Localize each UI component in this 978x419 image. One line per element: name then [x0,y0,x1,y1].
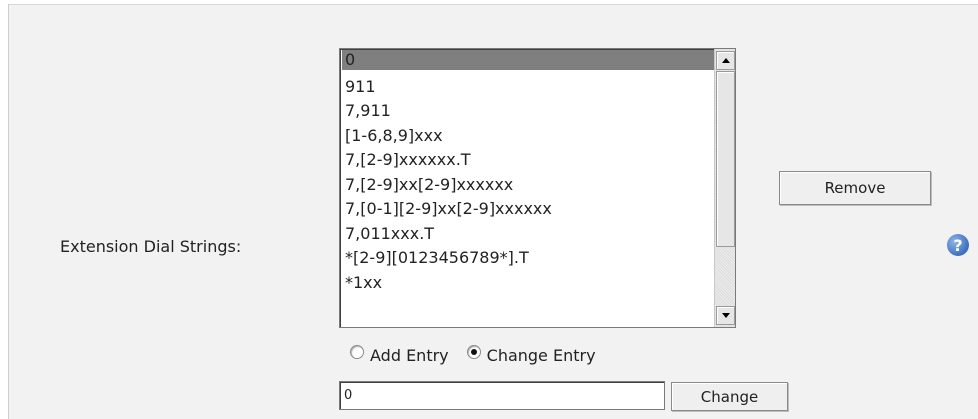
scrollbar-thumb[interactable] [716,71,735,247]
arrow-down-icon [721,313,730,318]
list-item-7-911[interactable]: 7,911 [342,99,735,124]
list-item-star-2-9-digits-t[interactable]: *[2-9][0123456789*].T [342,246,735,271]
add-entry-radio[interactable] [350,345,364,359]
dial-string-entry-input[interactable] [339,381,665,410]
change-entry-label[interactable]: Change Entry [487,346,596,365]
list-item-7-2-9-xx-2-9-xxxxxx[interactable]: 7,[2-9]xx[2-9]xxxxxx [342,173,735,198]
add-entry-label[interactable]: Add Entry [370,346,449,365]
list-item-7-0-1-2-9-xx-2-9-xxxxxx[interactable]: 7,[0-1][2-9]xx[2-9]xxxxxx [342,197,735,222]
change-button[interactable]: Change [671,382,788,411]
dial-strings-listbox[interactable]: 0 911 7,911 [1-6,8,9]xxx 7,[2-9]xxxxxx.T… [339,48,736,328]
dial-strings-list: 0 911 7,911 [1-6,8,9]xxx 7,[2-9]xxxxxx.T… [342,50,735,296]
list-item-911[interactable]: 911 [342,75,735,100]
list-item-7-011xxx-t[interactable]: 7,011xxx.T [342,222,735,247]
list-item-7-2-9-xxxxxx-t[interactable]: 7,[2-9]xxxxxx.T [342,148,735,173]
list-item-star-1xx[interactable]: *1xx [342,271,735,296]
extension-dial-strings-label: Extension Dial Strings: [60,237,242,256]
list-item-1-6-8-9-xxx[interactable]: [1-6,8,9]xxx [342,124,735,149]
change-entry-radio[interactable] [466,345,481,359]
left-border-strip [0,4,9,419]
scroll-down-button[interactable] [716,306,735,325]
scroll-up-button[interactable] [716,51,735,70]
listbox-scrollbar[interactable] [714,49,735,327]
arrow-up-icon [721,58,730,63]
entry-mode-radio-group: Add Entry Change Entry [350,342,614,368]
remove-button[interactable]: Remove [779,171,931,205]
help-icon[interactable]: ? [947,234,969,256]
list-item-0[interactable]: 0 [342,50,735,70]
